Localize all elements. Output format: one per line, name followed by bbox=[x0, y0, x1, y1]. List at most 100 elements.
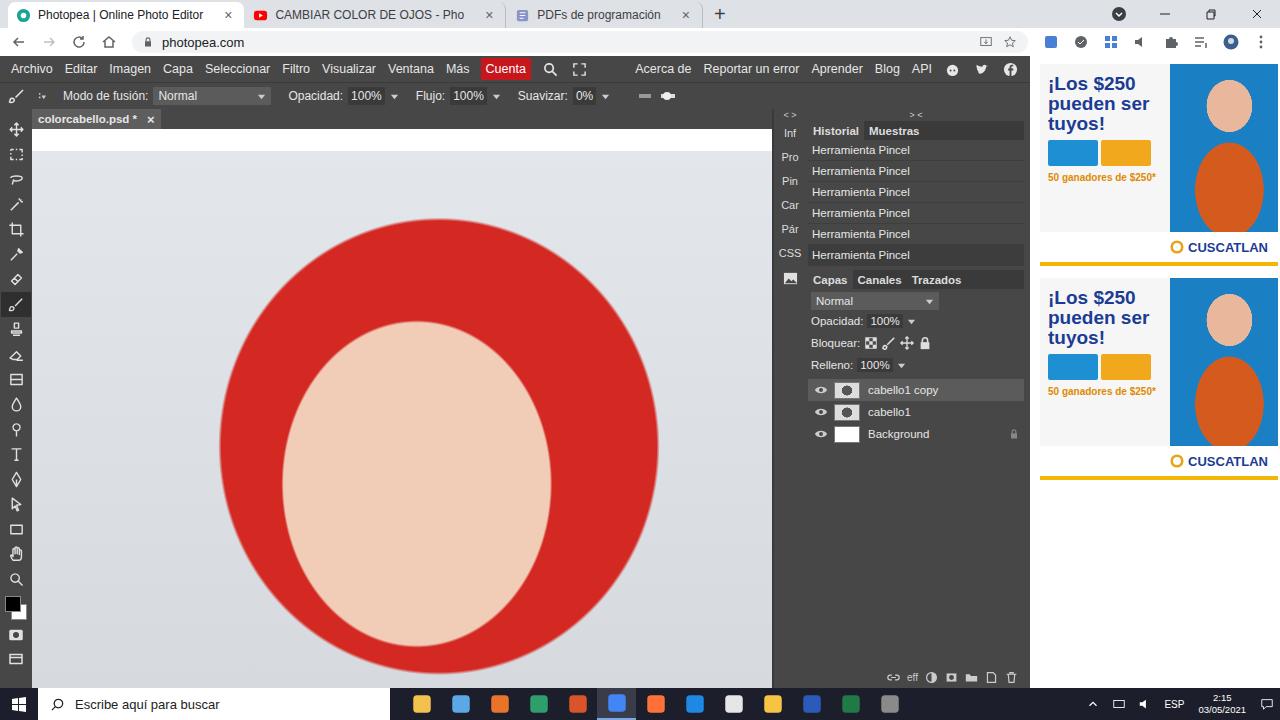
trash-icon[interactable] bbox=[1005, 671, 1018, 684]
menu-item[interactable]: Visualizar bbox=[317, 59, 381, 79]
history-row[interactable]: Herramienta Pincel bbox=[808, 140, 1024, 161]
flow-field[interactable]: 100% bbox=[450, 87, 487, 105]
history-row[interactable]: Herramienta Pincel bbox=[808, 161, 1024, 182]
puzzle-icon[interactable] bbox=[1158, 34, 1184, 50]
menu-item[interactable]: Editar bbox=[60, 59, 103, 79]
search-icon[interactable] bbox=[537, 62, 564, 77]
canvas[interactable] bbox=[32, 129, 772, 688]
account-button[interactable]: Cuenta bbox=[481, 58, 531, 80]
windows-start-icon[interactable] bbox=[0, 696, 38, 712]
back-icon[interactable] bbox=[6, 34, 32, 50]
tool-button[interactable] bbox=[1, 142, 31, 167]
pressure-icon[interactable] bbox=[637, 88, 677, 104]
tray-chevron-icon[interactable] bbox=[1080, 697, 1106, 711]
side-panel-tab[interactable]: Pin bbox=[782, 169, 798, 193]
tool-button[interactable] bbox=[1, 167, 31, 192]
tool-button[interactable] bbox=[1, 217, 31, 242]
taskbar-app[interactable] bbox=[480, 688, 519, 720]
tool-button[interactable] bbox=[1, 192, 31, 217]
panel-tab[interactable]: Muestras bbox=[864, 121, 925, 140]
facebook-icon[interactable] bbox=[997, 62, 1024, 77]
tool-button[interactable] bbox=[1, 467, 31, 492]
browser-tab[interactable]: PDFs de programación × bbox=[507, 2, 703, 28]
browser-tab[interactable]: Photopea | Online Photo Editor × bbox=[8, 2, 244, 28]
menu-item[interactable]: Capa bbox=[158, 59, 198, 79]
tab-close-button[interactable]: × bbox=[481, 7, 497, 23]
menu-link[interactable]: API bbox=[907, 59, 937, 79]
eye-icon[interactable] bbox=[814, 427, 828, 441]
side-panel-tab[interactable]: Pár bbox=[781, 217, 798, 241]
more-icon[interactable] bbox=[1248, 34, 1274, 50]
dropdown-icon[interactable] bbox=[390, 92, 399, 101]
brush-preset-icon[interactable] bbox=[37, 92, 46, 101]
screen-mode-icon[interactable] bbox=[7, 650, 25, 668]
opacity-field[interactable]: 100% bbox=[348, 87, 385, 105]
menu-item[interactable]: Filtro bbox=[277, 59, 315, 79]
close-window-icon[interactable] bbox=[1249, 6, 1265, 22]
extension-icon[interactable] bbox=[1068, 34, 1094, 50]
color-swatches[interactable] bbox=[3, 596, 29, 620]
url-field[interactable]: photopea.com bbox=[132, 31, 1028, 53]
fullscreen-icon[interactable] bbox=[566, 62, 593, 77]
tool-button[interactable] bbox=[1, 542, 31, 567]
layer-blend-select[interactable]: Normal bbox=[811, 292, 939, 310]
taskbar-app[interactable] bbox=[675, 688, 714, 720]
quick-mask-icon[interactable] bbox=[7, 626, 25, 644]
menu-item[interactable]: Seleccionar bbox=[200, 59, 275, 79]
panel-toggle[interactable]: < > bbox=[783, 109, 796, 121]
adjustment-icon[interactable] bbox=[925, 671, 938, 684]
taskbar-app[interactable] bbox=[831, 688, 870, 720]
tool-button[interactable] bbox=[1, 342, 31, 367]
mask-icon[interactable] bbox=[945, 671, 958, 684]
side-panel-tab[interactable]: Inf bbox=[784, 121, 796, 145]
link-icon[interactable] bbox=[887, 671, 900, 684]
panel-tab[interactable]: Historial bbox=[808, 121, 864, 140]
ad-banner[interactable]: ¡Los $250 pueden ser tuyos! 50 ganadores… bbox=[1040, 64, 1278, 266]
profile-avatar-icon[interactable] bbox=[1218, 34, 1244, 50]
notifications-icon[interactable] bbox=[1254, 697, 1280, 711]
panel-toggle[interactable]: > < bbox=[909, 109, 922, 121]
menu-link[interactable]: Acerca de bbox=[630, 59, 696, 79]
restore-icon[interactable] bbox=[1203, 6, 1219, 22]
taskbar-app[interactable] bbox=[597, 688, 636, 720]
layer-row[interactable]: Background bbox=[808, 423, 1024, 445]
taskbar-app[interactable] bbox=[402, 688, 441, 720]
minimize-icon[interactable] bbox=[1157, 6, 1173, 22]
install-icon[interactable] bbox=[974, 35, 998, 49]
playlist-icon[interactable] bbox=[1188, 34, 1214, 50]
layer-row[interactable]: cabello1 copy bbox=[808, 379, 1024, 401]
blend-mode-select[interactable]: Normal bbox=[153, 87, 271, 105]
tool-button[interactable] bbox=[1, 442, 31, 467]
layer-opacity-field[interactable]: 100% bbox=[867, 314, 902, 328]
taskbar-app[interactable] bbox=[558, 688, 597, 720]
menu-item[interactable]: Más bbox=[441, 59, 475, 79]
volume-icon[interactable] bbox=[1132, 697, 1158, 711]
ad-banner[interactable]: ¡Los $250 pueden ser tuyos! 50 ganadores… bbox=[1040, 278, 1278, 480]
new-layer-icon[interactable] bbox=[985, 671, 998, 684]
taskbar-app[interactable] bbox=[714, 688, 753, 720]
eye-icon[interactable] bbox=[814, 383, 828, 397]
taskbar-app[interactable] bbox=[636, 688, 675, 720]
lock-pixels-icon[interactable] bbox=[882, 336, 896, 350]
menu-item[interactable]: Ventana bbox=[383, 59, 439, 79]
taskbar-app[interactable] bbox=[753, 688, 792, 720]
tool-button[interactable] bbox=[1, 117, 31, 142]
layer-row[interactable]: cabello1 bbox=[808, 401, 1024, 423]
eye-icon[interactable] bbox=[814, 405, 828, 419]
panel-tab[interactable]: Canales bbox=[853, 270, 907, 289]
tool-button[interactable] bbox=[1, 417, 31, 442]
home-icon[interactable] bbox=[96, 34, 122, 50]
taskbar-app[interactable] bbox=[441, 688, 480, 720]
panel-tab[interactable]: Trazados bbox=[907, 270, 967, 289]
browser-tab[interactable]: CAMBIAR COLOR DE OJOS - Pho × bbox=[245, 2, 506, 28]
document-tab[interactable]: colorcabello.psd * × bbox=[32, 109, 161, 129]
history-row[interactable]: Herramienta Pincel bbox=[808, 203, 1024, 224]
side-panel-tab[interactable]: Car bbox=[781, 193, 799, 217]
side-panel-tab[interactable]: CSS bbox=[779, 241, 802, 265]
media-icon[interactable] bbox=[1128, 34, 1154, 50]
tool-button[interactable] bbox=[1, 317, 31, 342]
smooth-field[interactable]: 0% bbox=[573, 87, 596, 105]
taskbar-search[interactable]: Escribe aquí para buscar bbox=[38, 688, 390, 720]
folder-icon[interactable] bbox=[965, 671, 978, 684]
dropdown-icon[interactable] bbox=[601, 92, 610, 101]
